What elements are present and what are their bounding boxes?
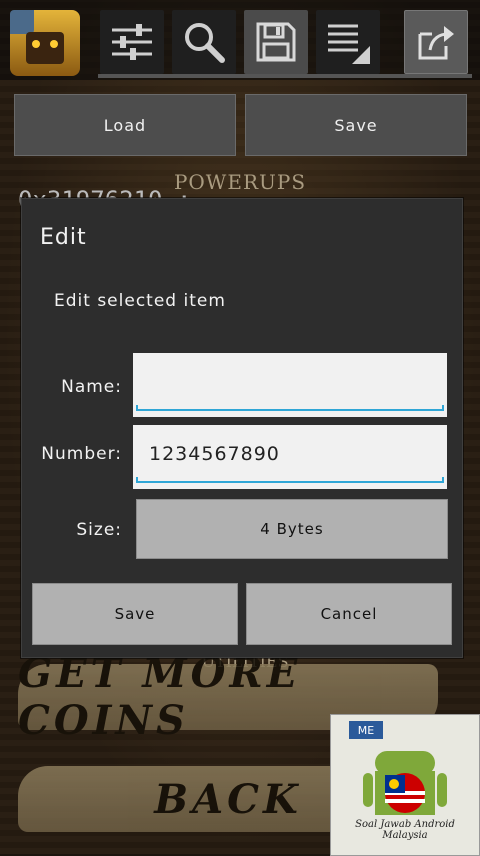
name-field-underline — [136, 405, 444, 411]
dialog-title: Edit — [40, 225, 87, 250]
sliders-icon — [112, 24, 152, 60]
save-disk-icon — [256, 22, 296, 62]
dialog-cancel-button[interactable]: Cancel — [246, 583, 452, 645]
temple-face — [26, 32, 64, 64]
watermark-badge: ME Soal Jawab Android Malaysia — [330, 714, 480, 856]
edit-dialog: Edit Edit selected item Name: Number: 12… — [21, 198, 463, 658]
dialog-save-button[interactable]: Save — [32, 583, 238, 645]
settings-button[interactable] — [100, 10, 164, 74]
share-icon — [418, 26, 454, 60]
dialog-subtitle: Edit selected item — [54, 291, 226, 311]
android-icon — [363, 751, 447, 815]
share-button[interactable] — [404, 10, 468, 74]
size-select[interactable]: 4 Bytes — [136, 499, 448, 559]
powerups-heading: POWERUPS — [173, 170, 307, 194]
search-button[interactable] — [172, 10, 236, 74]
load-button[interactable]: Load — [14, 94, 236, 156]
number-value: 1234567890 — [149, 443, 280, 465]
watermark-caption: Soal Jawab Android Malaysia — [355, 819, 455, 841]
toolbar-divider — [98, 74, 472, 78]
face-eye-left — [32, 40, 40, 48]
list-icon — [328, 24, 370, 64]
search-icon — [185, 23, 225, 63]
number-field-underline — [136, 477, 444, 483]
save-button[interactable]: Save — [245, 94, 467, 156]
name-label: Name: — [61, 377, 122, 397]
size-label: Size: — [76, 520, 122, 540]
save-list-button[interactable] — [244, 10, 308, 74]
profile-badge-icon — [10, 10, 34, 34]
name-field[interactable] — [133, 353, 447, 417]
memory-list-button[interactable] — [316, 10, 380, 74]
game-logo-icon[interactable] — [10, 10, 80, 76]
number-label: Number: — [41, 444, 122, 464]
number-field[interactable]: 1234567890 — [133, 425, 447, 489]
face-eye-right — [50, 40, 58, 48]
